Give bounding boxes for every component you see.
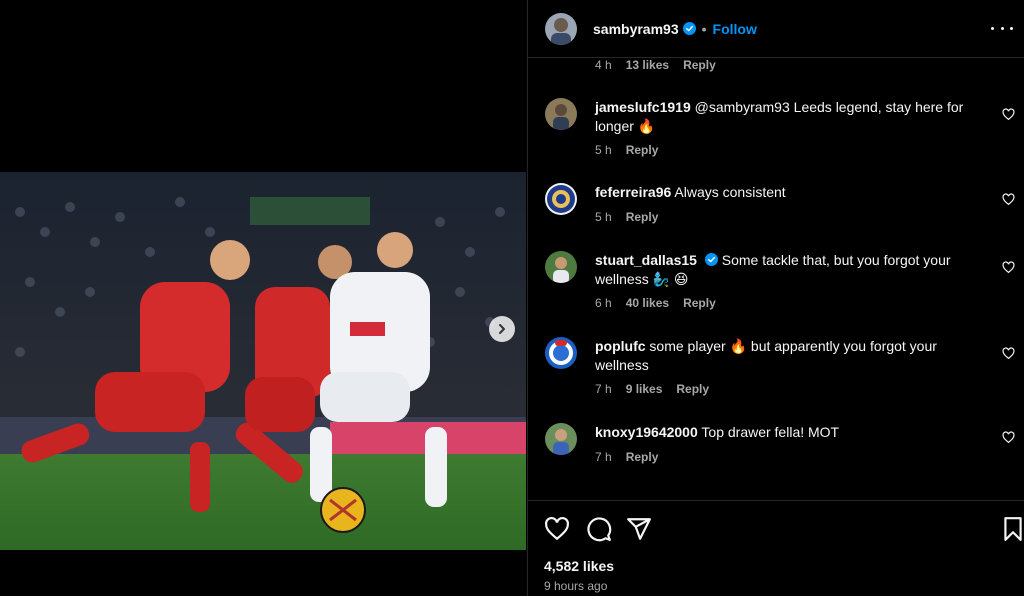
reply-button[interactable]: Reply: [676, 382, 709, 396]
comment-meta: 5 h Reply: [595, 210, 672, 224]
comment-time: 7 h: [595, 450, 612, 464]
comment-body: poplufc some player 🔥 but apparently you…: [595, 337, 970, 374]
like-count[interactable]: 4,582 likes: [544, 558, 614, 574]
reply-button[interactable]: Reply: [626, 143, 659, 157]
commenter-username[interactable]: stuart_dallas15: [595, 252, 697, 268]
heart-icon[interactable]: [1002, 347, 1015, 360]
reply-button[interactable]: Reply: [626, 210, 659, 224]
comments-list[interactable]: 4 h 13 likes Reply jameslufc1919 @sambyram…: [528, 58, 1024, 499]
more-options-icon[interactable]: [991, 18, 1013, 38]
post-time: 9 hours ago: [544, 579, 608, 593]
comment-body: knoxy19642000 Top drawer fella! MOT: [595, 423, 970, 442]
comment-meta: 5 h Reply: [595, 143, 672, 157]
reply-button[interactable]: Reply: [626, 450, 659, 464]
commenter-username[interactable]: knoxy19642000: [595, 424, 698, 440]
comment-body: stuart_dallas15 Some tackle that, but yo…: [595, 251, 970, 288]
bookmark-icon[interactable]: [1000, 516, 1024, 542]
next-arrow-icon: [499, 324, 505, 334]
follow-button[interactable]: Follow: [713, 21, 757, 37]
separator-dot: •: [701, 20, 707, 37]
reply-button[interactable]: Reply: [683, 58, 716, 72]
comment-time: 4 h: [595, 58, 612, 72]
post-side-panel: sambyram93 • Follow 4 h 13 likes Reply jam…: [527, 0, 1024, 596]
post-header: sambyram93 • Follow: [528, 0, 1024, 58]
share-icon[interactable]: [626, 516, 652, 542]
comment-time: 6 h: [595, 296, 612, 310]
commenter-username[interactable]: feferreira96: [595, 184, 671, 200]
reply-button[interactable]: Reply: [683, 296, 716, 310]
comment-meta: 7 h Reply: [595, 450, 672, 464]
comment-text: Top drawer fella! MOT: [697, 424, 840, 440]
post-media: [0, 0, 527, 596]
commenter-avatar[interactable]: [545, 337, 577, 369]
heart-icon[interactable]: [1002, 193, 1015, 206]
author-username[interactable]: sambyram93: [593, 21, 679, 37]
comment-body: jameslufc1919 @sambyram93 Leeds legend, …: [595, 98, 970, 135]
comment-time: 5 h: [595, 210, 612, 224]
verified-badge-icon: [682, 22, 696, 35]
comment-text: some player 🔥 but apparently you forgot …: [595, 338, 937, 373]
next-image-button[interactable]: [489, 316, 515, 342]
comment-meta: 6 h 40 likes Reply: [595, 296, 730, 310]
author-avatar[interactable]: [545, 12, 577, 45]
like-heart-icon[interactable]: [544, 516, 570, 542]
commenter-username[interactable]: jameslufc1919: [595, 99, 691, 115]
commenter-avatar[interactable]: [545, 423, 577, 455]
commenter-username[interactable]: poplufc: [595, 338, 646, 354]
commenter-avatar[interactable]: [545, 183, 577, 215]
verified-badge-icon: [704, 253, 718, 266]
comment-likes[interactable]: 13 likes: [626, 58, 669, 72]
heart-icon[interactable]: [1002, 261, 1015, 274]
comment-icon[interactable]: [586, 516, 612, 542]
post-photo: [0, 172, 526, 550]
comment-body: feferreira96 Always consistent: [595, 183, 970, 202]
comment-time: 5 h: [595, 143, 612, 157]
comment-likes[interactable]: 9 likes: [626, 382, 663, 396]
heart-icon[interactable]: [1002, 108, 1015, 121]
post-actions: 4,582 likes 9 hours ago: [528, 500, 1024, 596]
commenter-avatar[interactable]: [545, 98, 577, 130]
comment-time: 7 h: [595, 382, 612, 396]
comment-text: Always consistent: [671, 184, 786, 200]
mention-link[interactable]: @sambyram93: [695, 99, 790, 115]
football-photo-image: [0, 172, 526, 550]
commenter-avatar[interactable]: [545, 251, 577, 283]
heart-icon[interactable]: [1002, 431, 1015, 444]
comment-meta: 7 h 9 likes Reply: [595, 382, 723, 396]
previous-comment-meta: 4 h 13 likes Reply: [595, 58, 730, 72]
comment-likes[interactable]: 40 likes: [626, 296, 669, 310]
